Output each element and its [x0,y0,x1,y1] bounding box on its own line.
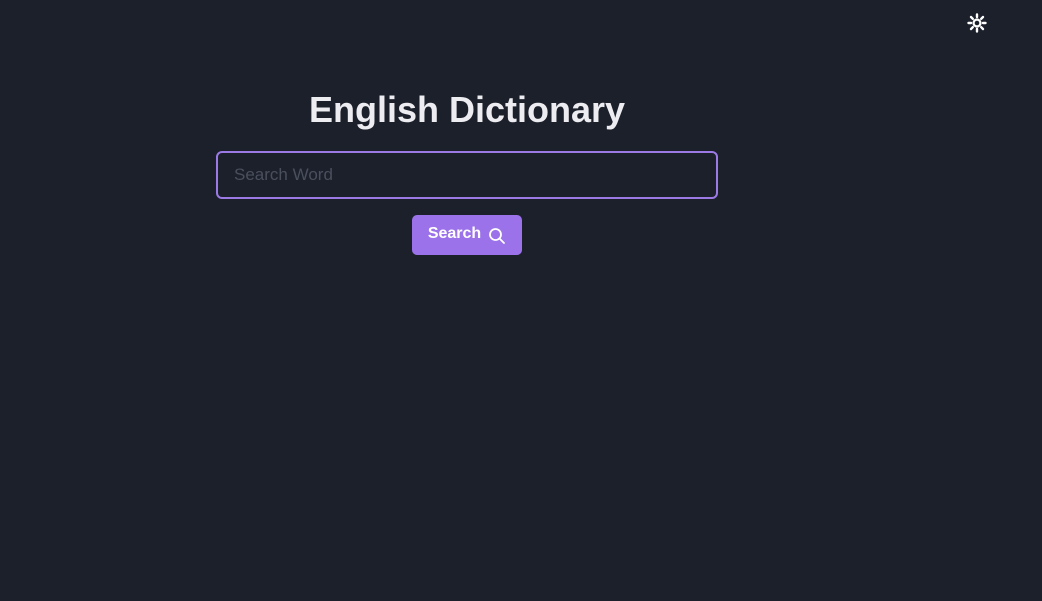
search-button-label: Search [427,225,482,242]
theme-toggle-button[interactable] [966,12,988,36]
search-icon [488,227,506,245]
search-button[interactable]: Search [412,215,522,255]
app-root: English Dictionary Search [0,0,1042,601]
search-input[interactable] [216,151,718,199]
page-title: English Dictionary [308,89,626,130]
sun-icon [967,12,987,36]
